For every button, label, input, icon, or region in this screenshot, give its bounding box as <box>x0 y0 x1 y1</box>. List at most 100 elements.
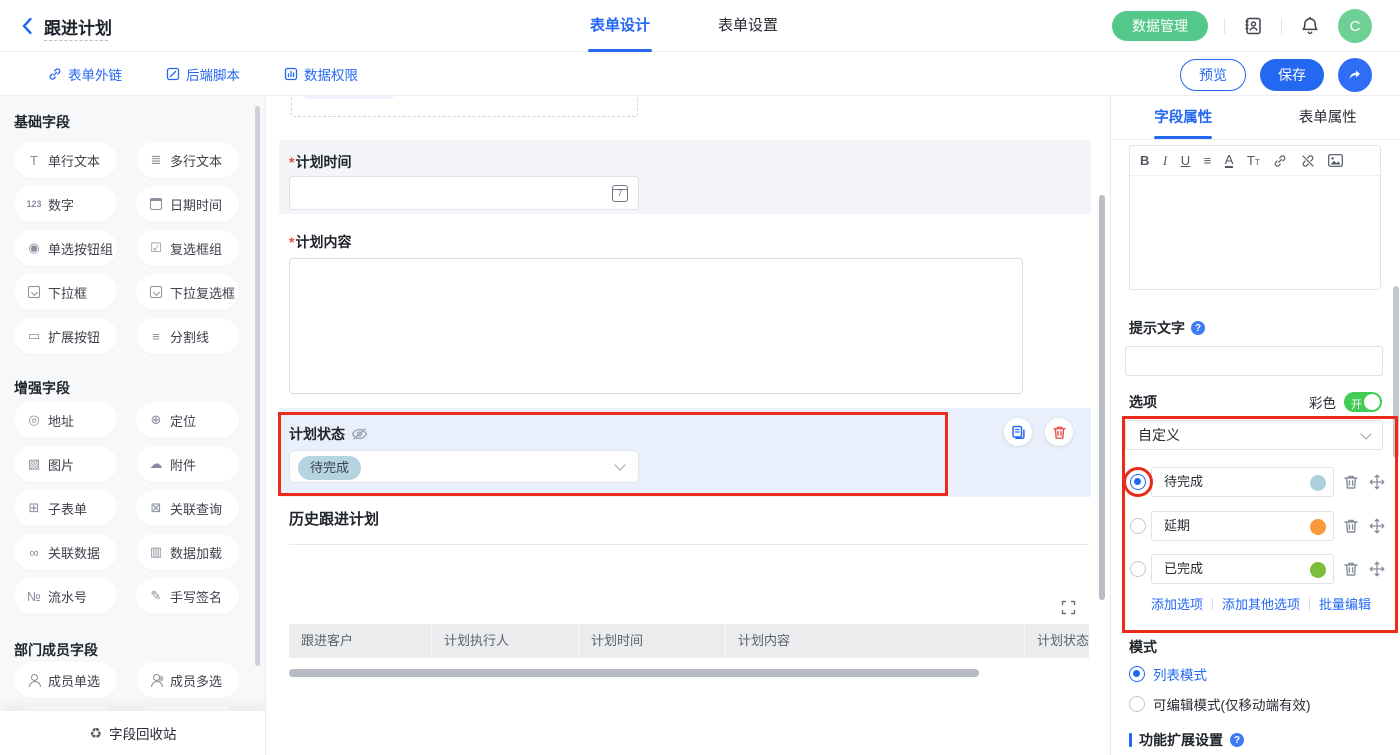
move-option-icon[interactable] <box>1369 474 1385 490</box>
field-related-data[interactable]: ∞关联数据 <box>14 534 117 570</box>
field-label: 流水号 <box>48 587 87 606</box>
tab-form-settings[interactable]: 表单设置 <box>718 0 778 52</box>
option-default-radio-1[interactable] <box>1130 474 1146 490</box>
tab-form-properties[interactable]: 表单属性 <box>1256 96 1400 139</box>
expand-table-icon[interactable] <box>1061 600 1076 615</box>
plan-time-field[interactable]: *计划时间 7 <box>279 140 1091 214</box>
save-button[interactable]: 保存 <box>1260 59 1324 91</box>
plan-content-textarea[interactable] <box>289 258 1023 394</box>
address-book-icon[interactable] <box>1241 14 1265 38</box>
align-icon[interactable]: ≡ <box>1204 154 1212 167</box>
divider <box>1212 598 1213 610</box>
mode-list-radio[interactable] <box>1129 666 1145 682</box>
option-input-2[interactable]: 延期 <box>1151 511 1334 541</box>
move-option-icon[interactable] <box>1369 518 1385 534</box>
field-subform[interactable]: ⊞子表单 <box>14 490 117 526</box>
field-related-query[interactable]: ⊠关联查询 <box>136 490 239 526</box>
field-image[interactable]: ▧图片 <box>14 446 117 482</box>
color-toggle[interactable]: 开 <box>1344 392 1382 412</box>
panel-vertical-scrollbar[interactable] <box>1393 286 1399 458</box>
current-user-field[interactable]: P 当前用户 <box>291 96 638 117</box>
mode-list-radio-row[interactable]: 列表模式 <box>1129 664 1207 684</box>
field-member-single[interactable]: 成员单选 <box>14 662 117 698</box>
field-multi-dropdown[interactable]: 下拉复选框 <box>136 274 239 310</box>
field-member-multi[interactable]: 成员多选 <box>136 662 239 698</box>
sidebar-scrollbar[interactable] <box>255 106 260 666</box>
option-type-select[interactable]: 自定义 <box>1125 420 1383 450</box>
save-actions: 预览 保存 <box>1180 58 1372 92</box>
calendar-icon: 7 <box>612 185 628 202</box>
field-extended-button[interactable]: ▭扩展按钮 <box>14 318 117 354</box>
copy-field-button[interactable] <box>1004 418 1032 446</box>
table-horizontal-scrollbar[interactable] <box>289 669 979 677</box>
tab-field-properties[interactable]: 字段属性 <box>1111 96 1256 139</box>
font-size-icon[interactable]: TT <box>1247 154 1260 167</box>
field-signature[interactable]: ✎手写签名 <box>136 578 239 614</box>
mode-editable-radio[interactable] <box>1129 696 1145 712</box>
field-label: 手写签名 <box>170 587 222 606</box>
bold-icon[interactable]: B <box>1140 154 1149 167</box>
field-address[interactable]: ◎地址 <box>14 402 117 438</box>
field-location[interactable]: ⊕定位 <box>136 402 239 438</box>
field-serial-number[interactable]: №流水号 <box>14 578 117 614</box>
insert-image-icon[interactable] <box>1328 154 1343 167</box>
plan-status-dropdown[interactable]: 待完成 <box>289 450 639 483</box>
notification-bell-icon[interactable] <box>1298 14 1322 38</box>
hint-text-row: 提示文字 ? <box>1129 318 1205 338</box>
option-default-radio-2[interactable] <box>1130 518 1146 534</box>
option-color-dot[interactable] <box>1310 519 1326 535</box>
plan-status-field-selected[interactable]: 计划状态 待完成 <box>279 408 1091 497</box>
data-permission-link[interactable]: 数据权限 <box>284 64 358 84</box>
field-attachment[interactable]: ☁附件 <box>136 446 239 482</box>
remove-link-icon[interactable] <box>1301 154 1315 168</box>
field-label: 关联查询 <box>170 499 222 518</box>
insert-link-icon[interactable] <box>1273 154 1287 168</box>
batch-edit-link[interactable]: 批量编辑 <box>1319 594 1371 613</box>
canvas-vertical-scrollbar[interactable] <box>1099 195 1105 600</box>
option-input-1[interactable]: 待完成 <box>1151 467 1334 497</box>
option-default-radio-3[interactable] <box>1130 561 1146 577</box>
option-input-3[interactable]: 已完成 <box>1151 554 1334 584</box>
underline-icon[interactable]: U <box>1181 154 1190 167</box>
move-option-icon[interactable] <box>1369 561 1385 577</box>
field-dropdown[interactable]: 下拉框 <box>14 274 117 310</box>
field-title-rich-editor[interactable]: B I U ≡ A TT <box>1129 145 1381 290</box>
italic-icon[interactable]: I <box>1163 154 1167 167</box>
help-icon[interactable]: ? <box>1230 733 1244 747</box>
field-datetime[interactable]: 日期时间 <box>136 186 239 222</box>
field-label: 下拉框 <box>48 283 87 302</box>
delete-option-icon[interactable] <box>1343 518 1359 534</box>
hint-text-input[interactable] <box>1125 346 1383 376</box>
history-table-header: 跟进客户 计划执行人 计划时间 计划内容 计划状态 <box>289 624 1089 658</box>
backend-script-link[interactable]: 后端脚本 <box>166 64 240 84</box>
option-color-dot[interactable] <box>1310 475 1326 491</box>
field-radio-group[interactable]: ◉单选按钮组 <box>14 230 117 266</box>
mode-editable-radio-row[interactable]: 可编辑模式(仅移动端有效) <box>1129 694 1311 714</box>
option-type-value: 自定义 <box>1138 427 1180 443</box>
field-number[interactable]: 123数字 <box>14 186 117 222</box>
add-other-option-link[interactable]: 添加其他选项 <box>1222 594 1300 613</box>
field-checkbox-group[interactable]: ☑复选框组 <box>136 230 239 266</box>
font-color-icon[interactable]: A <box>1225 153 1234 168</box>
delete-option-icon[interactable] <box>1343 474 1359 490</box>
back-button[interactable] <box>16 14 40 38</box>
tab-form-design[interactable]: 表单设计 <box>590 0 650 52</box>
field-recycle-bin[interactable]: ♻ 字段回收站 <box>0 711 266 755</box>
user-avatar[interactable]: C <box>1338 9 1372 43</box>
field-label: 关联数据 <box>48 543 100 562</box>
field-data-load[interactable]: ▥数据加载 <box>136 534 239 570</box>
form-external-link[interactable]: 表单外链 <box>48 64 122 84</box>
preview-button[interactable]: 预览 <box>1180 59 1246 91</box>
option-color-dot[interactable] <box>1310 562 1326 578</box>
data-manage-button[interactable]: 数据管理 <box>1112 11 1208 41</box>
share-button[interactable] <box>1338 58 1372 92</box>
delete-option-icon[interactable] <box>1343 561 1359 577</box>
plan-time-input[interactable]: 7 <box>289 176 639 210</box>
delete-field-button[interactable] <box>1045 418 1073 446</box>
field-multi-line-text[interactable]: ≣多行文本 <box>136 142 239 178</box>
help-icon[interactable]: ? <box>1191 321 1205 335</box>
field-label: 分割线 <box>170 327 209 346</box>
add-option-link[interactable]: 添加选项 <box>1151 594 1203 613</box>
field-divider-line[interactable]: ≡分割线 <box>136 318 239 354</box>
field-single-line-text[interactable]: T单行文本 <box>14 142 117 178</box>
